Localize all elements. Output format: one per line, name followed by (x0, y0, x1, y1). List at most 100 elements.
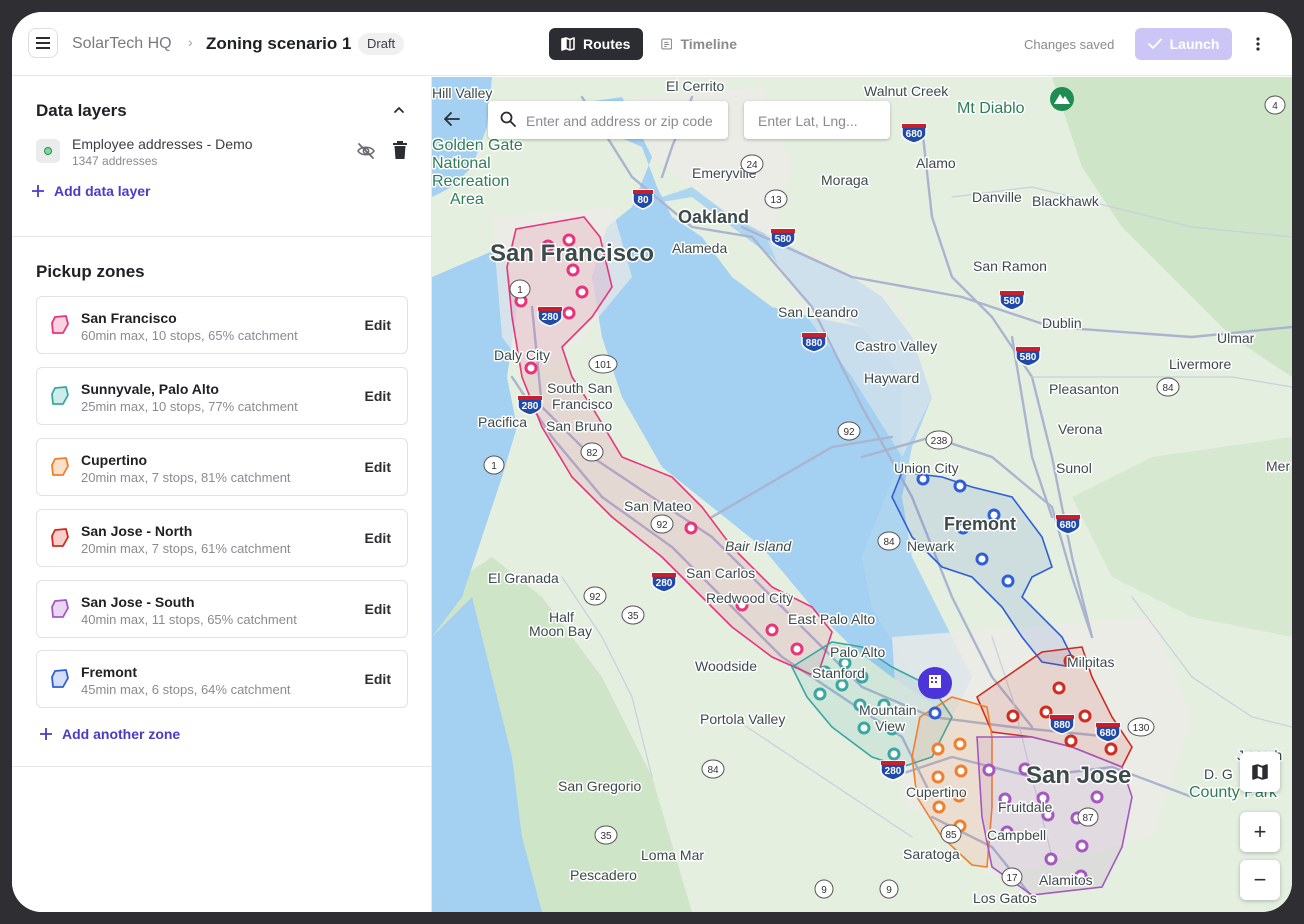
highway-shield: 580 (775, 234, 792, 245)
zone-name: San Jose - South (81, 594, 195, 610)
map-label: Portola Valley (700, 711, 785, 727)
highway-shield: 880 (1054, 720, 1071, 731)
address-search-input[interactable] (524, 101, 728, 141)
highway-shield: 24 (746, 160, 758, 171)
edit-zone-button[interactable]: Edit (365, 317, 391, 333)
zone-card-san-jose-south[interactable]: San Jose - South 40min max, 11 stops, 65… (36, 580, 408, 638)
map-label: View (875, 718, 906, 734)
back-button[interactable] (440, 107, 464, 131)
highway-shield: 92 (843, 427, 855, 438)
add-zone-button[interactable]: Add another zone (40, 726, 180, 742)
map-label: D. G (1204, 766, 1233, 782)
zone-name: San Francisco (81, 310, 177, 326)
hamburger-menu-button[interactable] (28, 28, 58, 58)
tab-routes[interactable]: Routes (549, 28, 643, 60)
more-options-button[interactable] (1248, 32, 1268, 56)
highway-shield: 84 (883, 537, 895, 548)
zone-name: San Jose - North (81, 523, 193, 539)
highway-shield: 80 (637, 195, 649, 206)
zone-card-fremont[interactable]: Fremont 45min max, 6 stops, 64% catchmen… (36, 650, 408, 708)
highway-shield: 101 (595, 360, 612, 371)
data-layers-heading: Data layers (36, 101, 127, 120)
app-window: SolarTech HQ › Zoning scenario 1 Draft R… (12, 12, 1292, 912)
zoom-in-button[interactable]: + (1240, 812, 1280, 852)
zone-description: 40min max, 11 stops, 65% catchment (81, 612, 297, 627)
arrow-left-icon (444, 112, 460, 126)
highway-shield: 130 (1133, 723, 1150, 734)
add-data-layer-button[interactable]: Add data layer (32, 183, 150, 199)
map-label: San Jose (1026, 762, 1131, 789)
map-label: Bair Island (725, 538, 792, 554)
map-label: Cupertino (906, 784, 967, 800)
address-search (488, 101, 728, 141)
trash-icon[interactable] (391, 140, 409, 160)
map-label: Hayward (864, 370, 919, 386)
map-label: South San (547, 380, 612, 396)
pickup-zones-heading: Pickup zones (36, 262, 145, 281)
tab-timeline-label: Timeline (680, 36, 737, 52)
tab-timeline[interactable]: Timeline (649, 28, 749, 60)
zone-card-cupertino[interactable]: Cupertino 20min max, 7 stops, 81% catchm… (36, 438, 408, 496)
highway-shield: 13 (770, 195, 782, 206)
map-view[interactable]: El Cerrito Walnut Creek Hill Valley Emer… (432, 77, 1292, 912)
hq-building-icon[interactable] (918, 667, 952, 699)
zone-card-san-francisco[interactable]: San Francisco 60min max, 10 stops, 65% c… (36, 296, 408, 354)
highway-shield: 4 (1272, 101, 1278, 112)
zoom-out-button[interactable]: − (1240, 860, 1280, 900)
map-label: Mer (1266, 458, 1290, 474)
zone-name: Fremont (81, 664, 137, 680)
map-icon (561, 37, 575, 51)
highway-shield: 880 (806, 338, 823, 349)
latlng-input[interactable] (756, 101, 888, 141)
latlng-search (744, 101, 890, 141)
highway-shield: 35 (627, 611, 639, 622)
breadcrumb-parent[interactable]: SolarTech HQ (72, 35, 172, 53)
highway-shield: 280 (522, 401, 539, 412)
add-zone-label: Add another zone (62, 726, 181, 742)
add-data-layer-label: Add data layer (54, 183, 151, 199)
map-label: Mountain (859, 702, 917, 718)
polygon-icon (51, 528, 69, 547)
map-label: Mt Diablo (957, 100, 1025, 117)
map-label: San Gregorio (558, 778, 641, 794)
highway-shield: 280 (885, 766, 902, 777)
map-label: Danville (972, 189, 1022, 205)
map-icon (1252, 764, 1268, 780)
polygon-icon (51, 457, 69, 476)
map-label: Stanford (812, 665, 865, 681)
map-label: Oakland (678, 207, 749, 227)
chevron-up-icon[interactable] (390, 101, 408, 119)
sidebar: Data layers Employee addresses - Demo 13… (12, 77, 432, 912)
map-label: Redwood City (706, 590, 793, 606)
launch-button[interactable]: Launch (1135, 28, 1232, 60)
highway-shield: 85 (945, 830, 957, 841)
highway-shield: 92 (589, 592, 601, 603)
edit-zone-button[interactable]: Edit (365, 530, 391, 546)
highway-shield: 87 (1082, 813, 1094, 824)
edit-zone-button[interactable]: Edit (365, 459, 391, 475)
zone-card-sunnyvale-palo-alto[interactable]: Sunnyvale, Palo Alto 25min max, 10 stops… (36, 367, 408, 425)
edit-zone-button[interactable]: Edit (365, 671, 391, 687)
map-label: Hill Valley (432, 85, 492, 101)
map-layers-button[interactable] (1240, 752, 1280, 792)
mountain-peak-icon (1050, 87, 1074, 111)
highway-shield: 580 (1020, 352, 1037, 363)
map-label: Newark (907, 538, 955, 554)
map-label: Pacifica (478, 414, 527, 430)
map-label: Castro Valley (855, 338, 937, 354)
highway-shield: 82 (586, 448, 598, 459)
edit-zone-button[interactable]: Edit (365, 388, 391, 404)
highway-shield: 580 (1004, 296, 1021, 307)
map-label: Fruitdale (998, 799, 1053, 815)
plus-icon: + (1253, 819, 1267, 844)
zone-card-san-jose-north[interactable]: San Jose - North 20min max, 7 stops, 61%… (36, 509, 408, 567)
status-badge: Draft (358, 33, 405, 55)
map-label: Woodside (695, 658, 757, 674)
eye-off-icon[interactable] (356, 141, 376, 161)
map-label: Palo Alto (830, 644, 885, 660)
highway-shield: 680 (906, 129, 923, 140)
polygon-icon (51, 669, 69, 688)
map-label: East Palo Alto (788, 611, 875, 627)
edit-zone-button[interactable]: Edit (365, 601, 391, 617)
map-label: Fremont (944, 514, 1016, 534)
